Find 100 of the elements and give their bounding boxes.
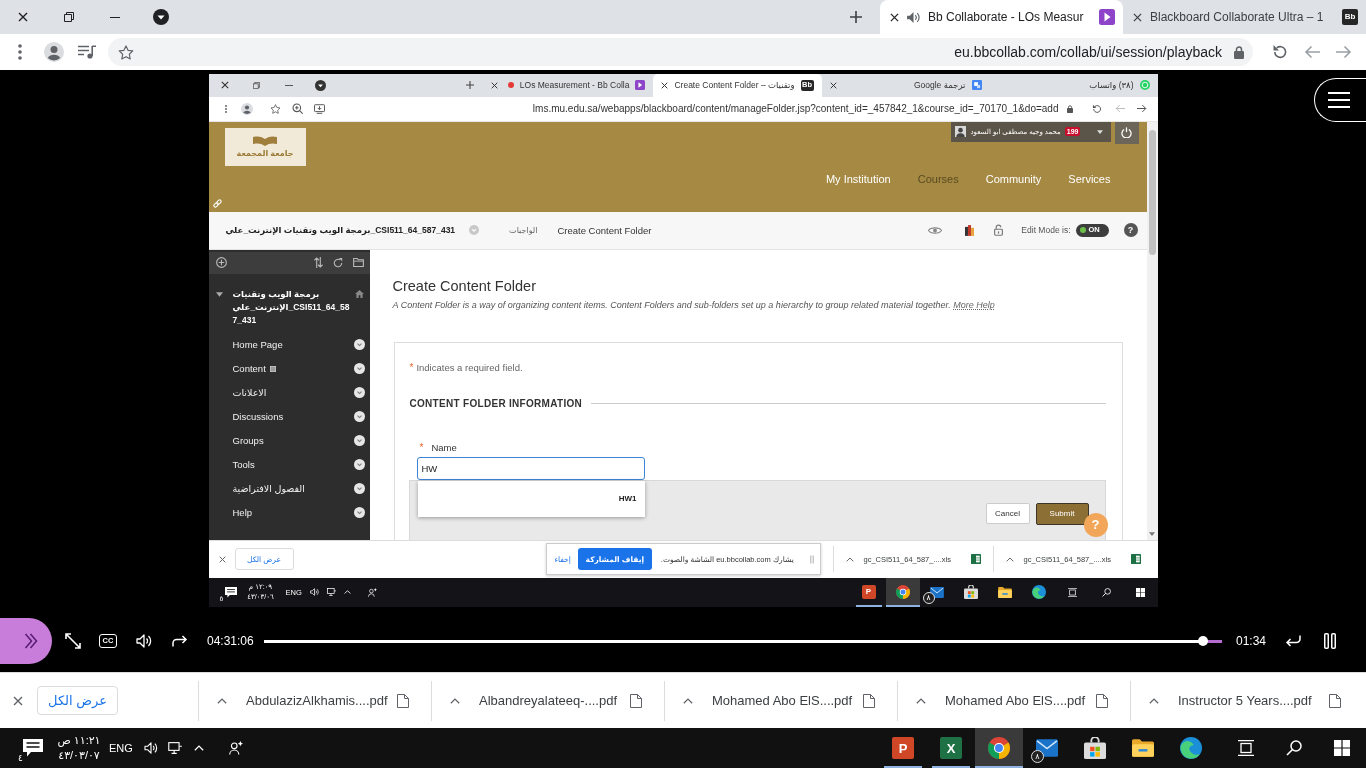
person-sparkle-icon[interactable]	[367, 587, 377, 597]
search-icon[interactable]	[1286, 740, 1302, 756]
lock-icon[interactable]	[1234, 45, 1244, 59]
download-item[interactable]: Instructor 5 Years....pdf	[1130, 680, 1363, 721]
side-panel-button[interactable]	[0, 618, 52, 664]
submit-button[interactable]: Submit	[1035, 502, 1089, 525]
chat-bubble-icon[interactable]	[23, 739, 43, 757]
chevron-circle-icon[interactable]	[353, 363, 365, 374]
download-item[interactable]: Mohamed Abo ElS....pdf	[664, 680, 897, 721]
eye-icon[interactable]	[928, 225, 943, 235]
name-field[interactable]: HW	[416, 456, 645, 480]
taskbar-button[interactable]	[975, 728, 1023, 768]
chevron-circle-icon[interactable]	[353, 387, 365, 398]
refresh-icon[interactable]	[332, 257, 343, 268]
task-view-icon[interactable]	[1068, 587, 1077, 597]
monitor-icon[interactable]	[326, 588, 336, 596]
help-link[interactable]: More Help	[953, 299, 995, 310]
autocomplete-option[interactable]: HW1	[417, 494, 645, 503]
folder-icon[interactable]	[352, 258, 364, 267]
restore-icon[interactable]	[64, 12, 74, 22]
browser-tab[interactable]: LOs Measurement - Bb Colla	[482, 73, 654, 97]
star-icon[interactable]	[118, 44, 134, 60]
plus-icon[interactable]	[465, 81, 474, 89]
monitor-icon[interactable]	[167, 742, 182, 754]
breadcrumb-link[interactable]: الواجبات	[509, 225, 538, 235]
clock-date[interactable]: ٤٣/٠٣/٠٧	[58, 748, 100, 763]
scrollbar-thumb[interactable]	[1148, 129, 1156, 255]
close-icon[interactable]	[829, 81, 837, 89]
close-icon[interactable]	[890, 12, 899, 22]
course-menu-link[interactable]: Home Page	[232, 339, 283, 350]
show-all-button[interactable]: عرض الكل	[37, 686, 118, 715]
chevron-circle-icon[interactable]	[353, 339, 365, 350]
language-indicator[interactable]: ENG	[109, 742, 133, 754]
task-view-icon[interactable]	[1238, 740, 1254, 756]
caret-circle-icon[interactable]	[315, 79, 326, 91]
chevron-circle-icon[interactable]	[353, 483, 365, 494]
minimize-icon[interactable]	[110, 16, 120, 18]
breadcrumb-link[interactable]: برمجة الويب وتقنيات الإنترنت_علي_CSI511_64_587_431	[225, 225, 456, 235]
expand-icon[interactable]	[65, 633, 81, 649]
monitor-download-icon[interactable]	[313, 103, 325, 114]
grip-icon[interactable]	[809, 554, 814, 564]
download-item[interactable]: Albandreyalateeq-....pdf	[431, 680, 664, 721]
kebab-icon[interactable]	[18, 44, 22, 60]
university-logo[interactable]: جامعة المجمعة	[224, 127, 306, 166]
playlist-icon[interactable]	[78, 45, 96, 59]
help-button[interactable]: ?	[1123, 223, 1138, 237]
caret-circle-icon[interactable]	[153, 9, 169, 25]
chevron-circle-icon[interactable]	[353, 435, 365, 446]
minimize-icon[interactable]	[284, 84, 293, 86]
sort-icon[interactable]	[313, 257, 323, 268]
progress-thumb[interactable]	[1197, 636, 1208, 646]
search-icon[interactable]	[1102, 587, 1111, 597]
close-icon[interactable]	[490, 81, 498, 89]
chevron-circle-icon[interactable]	[353, 507, 365, 518]
home-icon[interactable]	[354, 289, 364, 298]
link-icon[interactable]	[212, 198, 222, 208]
menu-button[interactable]	[1314, 78, 1366, 122]
return-arrow-icon[interactable]	[1285, 635, 1301, 647]
chevron-circle-icon[interactable]	[353, 459, 365, 470]
browser-tab[interactable]: (٣٨) واتساب	[989, 73, 1158, 97]
close-icon[interactable]	[1133, 12, 1142, 22]
plus-icon[interactable]	[850, 11, 862, 23]
clock-time[interactable]: ١١:٢١ ص	[57, 733, 101, 748]
course-menu-link[interactable]: Groups	[232, 435, 264, 446]
star-icon[interactable]	[269, 103, 281, 114]
chevron-circle-icon[interactable]	[353, 411, 365, 422]
browser-tab[interactable]: ترجمة Google	[821, 73, 990, 97]
speaker-icon[interactable]	[136, 634, 152, 648]
pause-icon[interactable]	[1324, 633, 1336, 649]
person-icon[interactable]	[44, 42, 64, 62]
course-menu-link[interactable]: الفصول الافتراضية	[232, 483, 305, 494]
zoom-in-icon[interactable]	[291, 103, 303, 114]
speaker-icon[interactable]	[143, 742, 158, 754]
caret-down-icon[interactable]	[1149, 531, 1155, 536]
address-bar[interactable]: eu.bbcollab.com/collab/ui/session/playback	[108, 38, 1253, 66]
kebab-icon[interactable]	[224, 104, 227, 113]
close-icon[interactable]	[220, 81, 229, 89]
reload-icon[interactable]	[1091, 103, 1102, 114]
course-menu-link[interactable]: Help	[232, 507, 253, 518]
close-icon[interactable]	[18, 12, 28, 22]
taskbar-button[interactable]: ٨	[1023, 728, 1071, 768]
reload-icon[interactable]	[1272, 44, 1288, 60]
redo-arrow-icon[interactable]	[172, 635, 188, 647]
download-item[interactable]: Mohamed Abo ElS....pdf	[897, 680, 1130, 721]
speaker-icon[interactable]	[309, 588, 319, 596]
close-icon[interactable]	[661, 81, 669, 89]
close-icon[interactable]	[13, 695, 23, 706]
course-title[interactable]: برمجة الويب وتقنيات الإنترنت_علي_CSI511_64_587_431	[232, 287, 351, 327]
course-menu-link[interactable]: الاعلانات	[232, 387, 267, 398]
palette-icon[interactable]	[965, 224, 975, 236]
chat-bubble-icon[interactable]	[224, 586, 237, 598]
course-menu-link[interactable]: Tools	[232, 459, 255, 470]
unlock-icon[interactable]	[994, 224, 1004, 236]
course-menu-link[interactable]: Discussions	[232, 411, 284, 422]
person-icon[interactable]	[240, 102, 253, 115]
forward-arrow-icon[interactable]	[1136, 104, 1147, 113]
course-menu-link[interactable]: Content	[232, 363, 266, 374]
cancel-button[interactable]: Cancel	[985, 502, 1030, 524]
back-arrow-icon[interactable]	[1304, 45, 1320, 59]
person-sparkle-icon[interactable]	[228, 741, 243, 755]
